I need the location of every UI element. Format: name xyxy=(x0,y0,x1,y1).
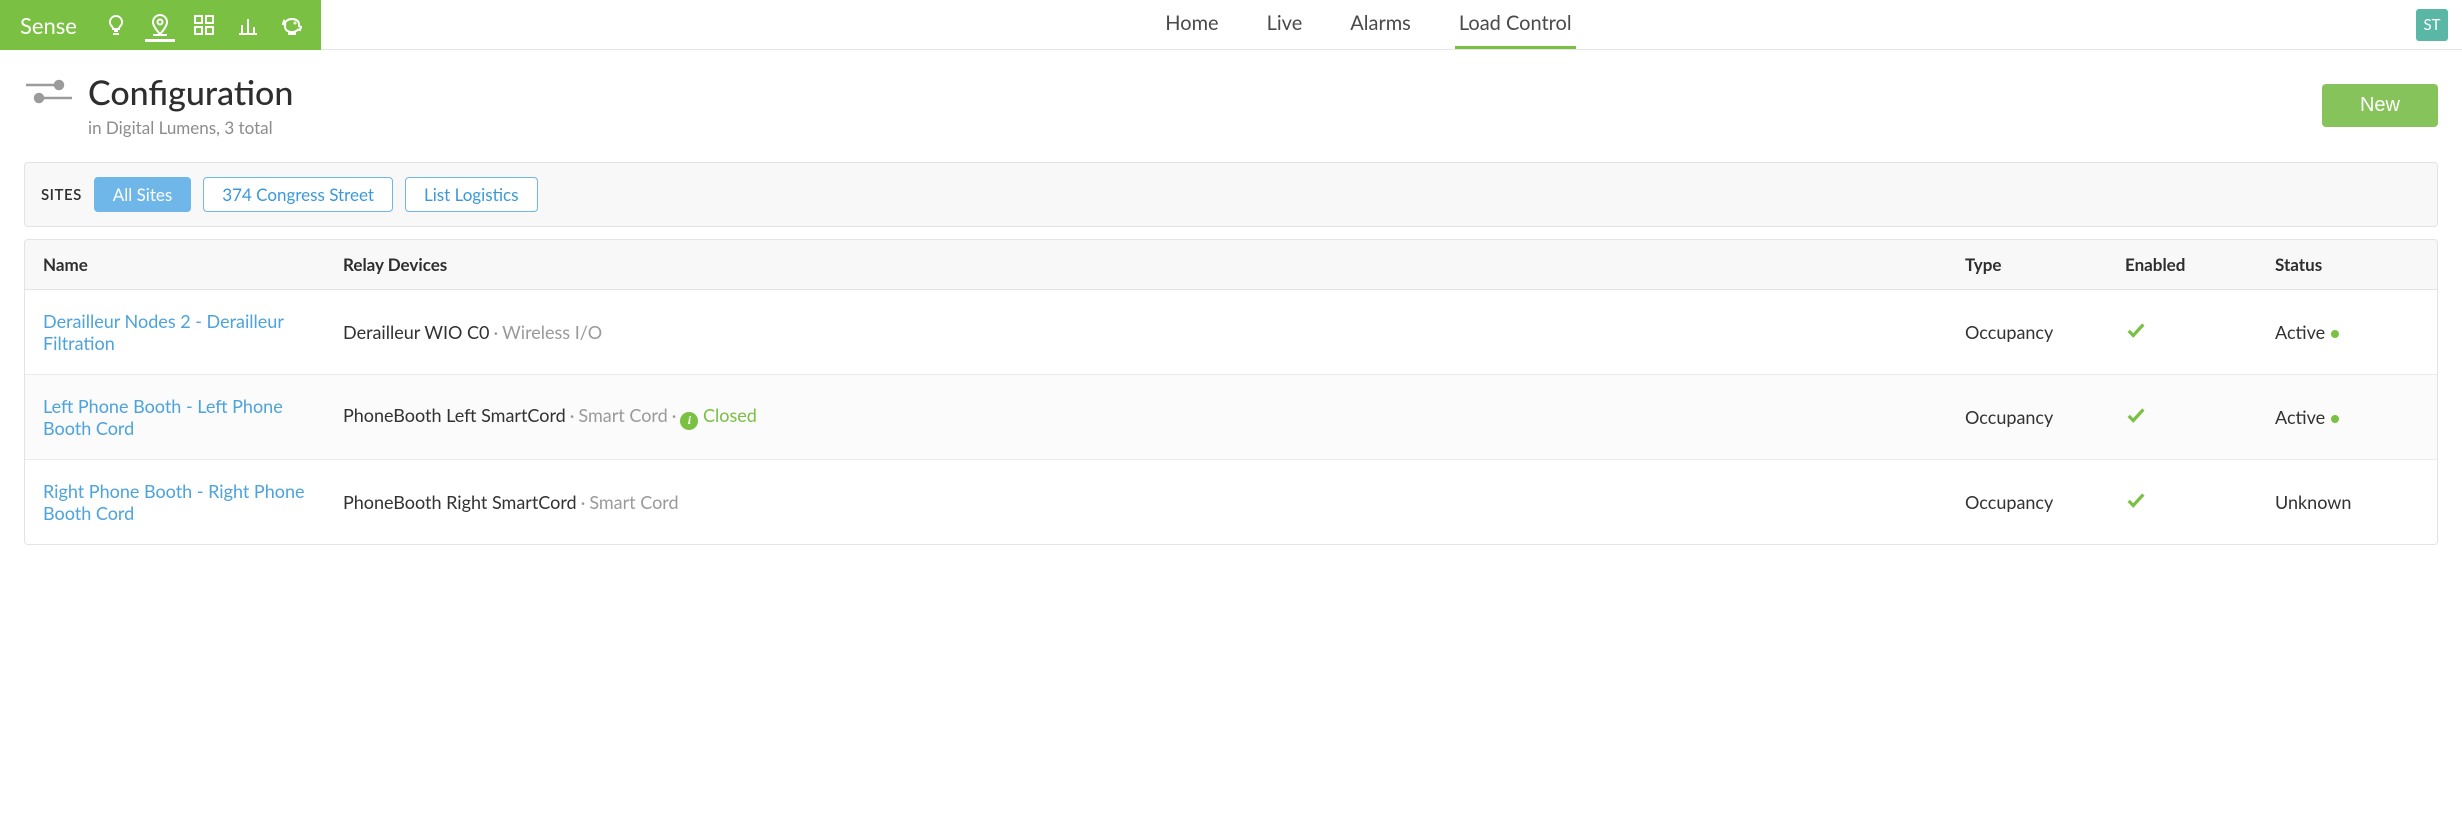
sites-filter: SITES All Sites 374 Congress Street List… xyxy=(24,162,2438,227)
cell-relay: PhoneBooth Right SmartCord·Smart Cord xyxy=(325,471,1947,533)
cell-name: Left Phone Booth - Left Phone Booth Cord xyxy=(25,375,325,459)
user-avatar[interactable]: ST xyxy=(2416,9,2448,41)
cell-type: Occupancy xyxy=(1947,471,2107,533)
piggy-bank-icon[interactable] xyxy=(277,10,307,40)
status-dot-icon xyxy=(2331,415,2339,423)
info-icon[interactable]: i xyxy=(680,412,698,430)
main-tabs: Home Live Alarms Load Control xyxy=(321,0,2416,49)
page-head-left: Configuration in Digital Lumens, 3 total xyxy=(24,72,293,138)
cell-name: Derailleur Nodes 2 - Derailleur Filtrati… xyxy=(25,290,325,374)
filter-all-sites[interactable]: All Sites xyxy=(94,177,191,212)
separator: · xyxy=(489,321,502,343)
col-type: Type xyxy=(1947,240,2107,289)
config-link[interactable]: Left Phone Booth - Left Phone Booth Cord xyxy=(43,395,283,439)
cell-type: Occupancy xyxy=(1947,386,2107,448)
filter-list-logistics[interactable]: List Logistics xyxy=(405,177,538,212)
config-link[interactable]: Right Phone Booth - Right Phone Booth Co… xyxy=(43,480,305,524)
configurations-table: Name Relay Devices Type Enabled Status D… xyxy=(24,239,2438,545)
config-link[interactable]: Derailleur Nodes 2 - Derailleur Filtrati… xyxy=(43,310,284,354)
tab-home[interactable]: Home xyxy=(1161,0,1222,49)
separator: · xyxy=(566,404,579,426)
cell-relay: PhoneBooth Left SmartCord·Smart Cord·i C… xyxy=(325,384,1947,450)
table-row: Derailleur Nodes 2 - Derailleur Filtrati… xyxy=(25,290,2437,375)
cell-relay: Derailleur WIO C0·Wireless I/O xyxy=(325,301,1947,363)
relay-secondary: Smart Cord xyxy=(589,491,678,513)
brand-name[interactable]: Sense xyxy=(20,12,77,39)
relay-primary: Derailleur WIO C0 xyxy=(343,321,489,343)
relay-secondary: Wireless I/O xyxy=(502,321,602,343)
brand-strip: Sense xyxy=(0,0,321,50)
status-text: Active xyxy=(2275,321,2325,343)
cell-status: Unknown xyxy=(2257,471,2437,533)
dashboard-grid-icon[interactable] xyxy=(189,10,219,40)
tab-load-control[interactable]: Load Control xyxy=(1455,0,1576,49)
status-text: Active xyxy=(2275,406,2325,428)
top-bar: Sense Home Live Alarms Load Control ST xyxy=(0,0,2462,50)
page-head: Configuration in Digital Lumens, 3 total… xyxy=(0,50,2462,150)
cell-name: Right Phone Booth - Right Phone Booth Co… xyxy=(25,460,325,544)
col-relay-devices: Relay Devices xyxy=(325,240,1947,289)
table-row: Left Phone Booth - Left Phone Booth Cord… xyxy=(25,375,2437,460)
filter-374-congress[interactable]: 374 Congress Street xyxy=(203,177,393,212)
col-name: Name xyxy=(25,240,325,289)
new-button[interactable]: New xyxy=(2322,84,2438,127)
check-icon xyxy=(2125,408,2147,430)
bar-chart-icon[interactable] xyxy=(233,10,263,40)
cell-enabled xyxy=(2107,299,2257,365)
relay-primary: PhoneBooth Left SmartCord xyxy=(343,404,566,426)
status-text: Unknown xyxy=(2275,491,2351,513)
separator: · xyxy=(577,491,590,513)
check-icon xyxy=(2125,493,2147,515)
cell-enabled xyxy=(2107,384,2257,450)
tab-alarms[interactable]: Alarms xyxy=(1346,0,1415,49)
toggle-switch-icon xyxy=(24,76,74,110)
lightbulb-icon[interactable] xyxy=(101,10,131,40)
status-dot-icon xyxy=(2331,330,2339,338)
tab-live[interactable]: Live xyxy=(1263,0,1307,49)
user-menu: ST xyxy=(2416,0,2462,49)
page-title: Configuration xyxy=(88,72,293,113)
cell-status: Active xyxy=(2257,386,2437,448)
relay-primary: PhoneBooth Right SmartCord xyxy=(343,491,577,513)
sites-filter-label: SITES xyxy=(41,186,82,204)
table-header: Name Relay Devices Type Enabled Status xyxy=(25,240,2437,290)
check-icon xyxy=(2125,323,2147,345)
cell-status: Active xyxy=(2257,301,2437,363)
map-pin-icon[interactable] xyxy=(145,12,175,42)
col-enabled: Enabled xyxy=(2107,240,2257,289)
cell-type: Occupancy xyxy=(1947,301,2107,363)
page-subtitle: in Digital Lumens, 3 total xyxy=(88,117,293,138)
separator: · xyxy=(668,404,681,426)
table-row: Right Phone Booth - Right Phone Booth Co… xyxy=(25,460,2437,544)
relay-secondary: Smart Cord xyxy=(578,404,667,426)
relay-state: Closed xyxy=(703,404,757,426)
col-status: Status xyxy=(2257,240,2437,289)
cell-enabled xyxy=(2107,469,2257,535)
